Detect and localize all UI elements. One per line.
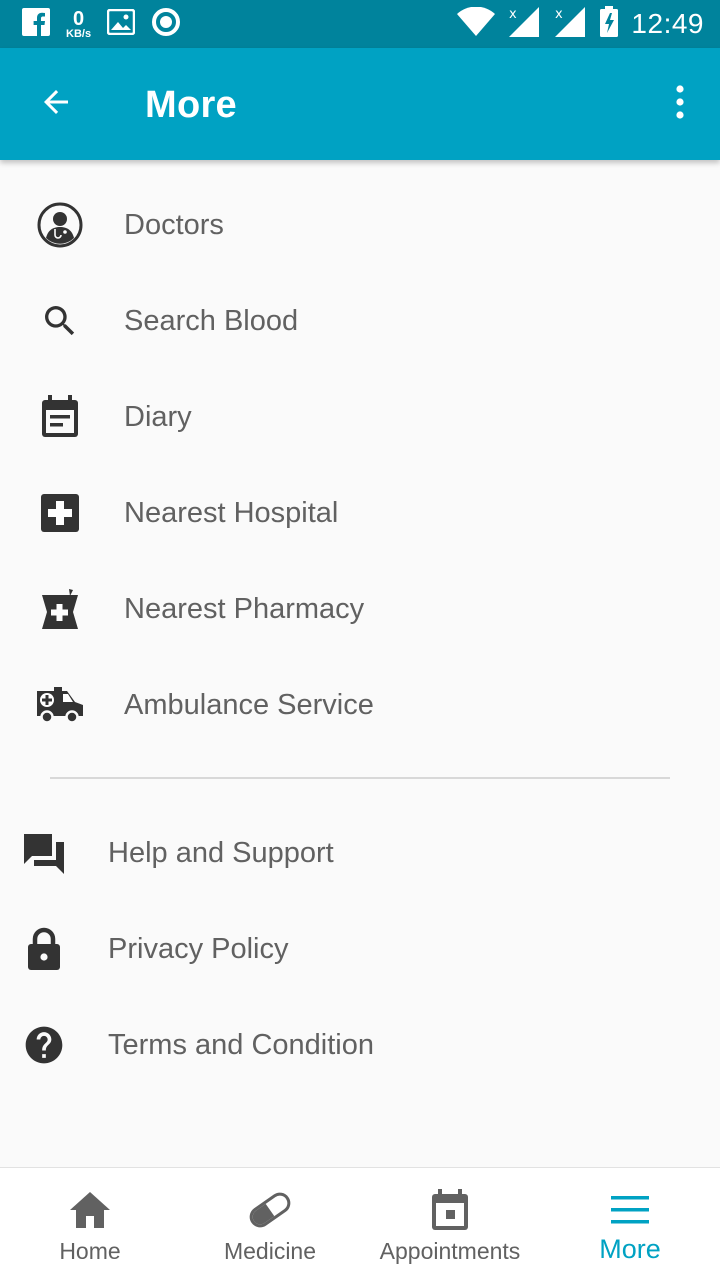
svg-text:x: x <box>509 7 517 22</box>
tab-label: Medicine <box>223 1238 317 1264</box>
tab-more[interactable]: More <box>540 1168 720 1280</box>
signal-icon: x <box>507 6 541 43</box>
network-speed-unit: KB/s <box>66 27 92 40</box>
lock-icon <box>18 923 70 975</box>
bottom-navigation: Home Medicine Appointments More <box>0 1167 720 1280</box>
battery-charging-icon <box>599 5 619 43</box>
menu-item-label: Search Blood <box>124 304 299 337</box>
signal-icon: x <box>553 6 587 43</box>
status-bar: 0 KB/s x x 12:49 <box>0 0 720 48</box>
network-speed: 0 KB/s <box>66 9 91 40</box>
menu-item-help-and-support[interactable]: Help and Support <box>0 805 720 901</box>
tab-label: Home <box>59 1238 121 1264</box>
hospital-icon <box>34 487 86 539</box>
menu-item-nearest-hospital[interactable]: Nearest Hospital <box>0 465 720 561</box>
app-bar: More <box>0 48 720 160</box>
menu-item-nearest-pharmacy[interactable]: Nearest Pharmacy <box>0 561 720 657</box>
chat-icon <box>18 827 70 879</box>
tab-appointments[interactable]: Appointments <box>360 1168 540 1280</box>
tab-home[interactable]: Home <box>0 1168 180 1280</box>
network-speed-value: 0 <box>72 7 85 30</box>
svg-text:x: x <box>555 7 563 22</box>
more-vert-icon <box>675 84 685 124</box>
menu-item-label: Nearest Hospital <box>124 496 339 529</box>
home-icon <box>66 1186 114 1234</box>
menu-item-label: Help and Support <box>108 836 334 869</box>
pill-icon <box>246 1186 294 1234</box>
menu-item-label: Privacy Policy <box>108 932 289 965</box>
pharmacy-icon <box>34 583 86 635</box>
diary-icon <box>34 391 86 443</box>
menu-item-diary[interactable]: Diary <box>0 369 720 465</box>
menu-item-label: Doctors <box>124 208 224 241</box>
tab-medicine[interactable]: Medicine <box>180 1168 360 1280</box>
search-icon <box>34 295 86 347</box>
tab-label: Appointments <box>379 1238 521 1264</box>
doctor-icon <box>34 199 86 251</box>
wifi-icon <box>457 6 496 42</box>
page-title: More <box>145 84 237 126</box>
menu-icon <box>606 1186 654 1234</box>
gallery-icon <box>106 8 136 40</box>
menu-item-search-blood[interactable]: Search Blood <box>0 273 720 369</box>
menu-item-label: Ambulance Service <box>124 688 374 721</box>
record-icon <box>151 7 181 42</box>
facebook-icon <box>22 7 50 41</box>
menu-item-privacy-policy[interactable]: Privacy Policy <box>0 901 720 997</box>
ambulance-icon <box>34 679 86 731</box>
help-icon <box>18 1019 70 1071</box>
menu-item-doctors[interactable]: Doctors <box>0 177 720 273</box>
calendar-icon <box>426 1186 474 1234</box>
tab-label: More <box>599 1234 661 1264</box>
menu-item-label: Diary <box>124 400 192 433</box>
menu-item-label: Terms and Condition <box>108 1028 374 1061</box>
back-button[interactable] <box>28 78 84 130</box>
overflow-menu-button[interactable] <box>664 80 696 128</box>
menu-item-label: Nearest Pharmacy <box>124 592 365 625</box>
menu-item-terms-and-condition[interactable]: Terms and Condition <box>0 997 720 1093</box>
menu-item-ambulance-service[interactable]: Ambulance Service <box>0 657 720 753</box>
divider <box>50 777 670 779</box>
arrow-back-icon <box>38 84 74 125</box>
clock: 12:49 <box>631 8 704 39</box>
